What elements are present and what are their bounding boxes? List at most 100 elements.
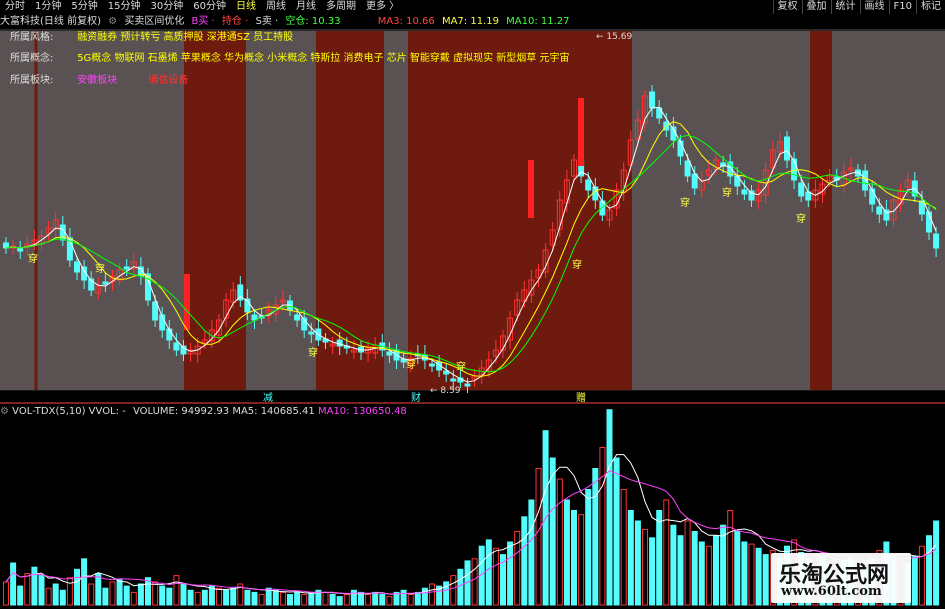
vol-ma10: MA10: 130650.48	[317, 406, 407, 417]
toolbar-button-4[interactable]: F10	[888, 0, 916, 14]
volume-bar	[88, 583, 95, 606]
period-tab-1[interactable]: 1分钟	[30, 0, 66, 14]
volume-bar	[10, 562, 17, 606]
volume-bar	[691, 531, 698, 606]
right-toolbar: 复权 叠加 统计 画线 F10 标记	[772, 0, 945, 14]
candle-body	[180, 345, 187, 355]
period-tab-8[interactable]: 月线	[291, 0, 321, 14]
candle-body	[691, 173, 698, 189]
candle-body	[173, 342, 180, 351]
volume-bar	[450, 575, 457, 606]
candle-body	[17, 248, 24, 252]
big-candle-2	[578, 98, 584, 166]
volume-bar	[358, 591, 364, 606]
toolbar-button-2[interactable]: 统计	[830, 0, 860, 14]
region-5	[316, 31, 384, 390]
toolbar-button-3[interactable]: 画线	[859, 0, 889, 14]
toolbar-button-5[interactable]: 标记	[916, 0, 945, 14]
volume-bar	[457, 568, 464, 606]
period-tab-5[interactable]: 60分钟	[188, 0, 231, 14]
volume-bar	[634, 520, 641, 606]
region-0	[0, 31, 4, 390]
volume-bar	[66, 577, 73, 606]
candle-body	[876, 206, 883, 215]
volume-bar	[350, 589, 357, 606]
volume-bar	[911, 556, 918, 606]
volume-bar	[713, 535, 719, 606]
period-tab-10[interactable]: 更多 〉	[361, 0, 404, 14]
volume-legend: ⚙ VOL-TDX(5,10) VVOL: - VOLUME: 94992.93…	[0, 405, 407, 419]
volume-bar	[471, 558, 478, 606]
volume-bar	[3, 581, 9, 606]
volume-bar	[187, 589, 194, 606]
vol-title: VOL-TDX(5,10) VVOL: -	[12, 406, 126, 417]
candle-body	[748, 190, 755, 201]
period-tab-0[interactable]: 分时	[0, 0, 30, 14]
volume-bar	[720, 524, 727, 606]
volume-bar	[563, 499, 570, 606]
volume-bar	[485, 539, 492, 606]
volume-bar	[933, 520, 940, 606]
volume-bar	[727, 510, 734, 606]
period-tab-2[interactable]: 5分钟	[66, 0, 102, 14]
volume-bar	[670, 524, 677, 606]
price-legend: 大富科技(日线 前复权) ⚙ 买卖区间优化 B买 · 持仓 · S卖 · 空仓:…	[0, 15, 945, 29]
period-tab-9[interactable]: 多周期	[321, 0, 361, 14]
settings-icon[interactable]: ⚙	[108, 16, 117, 27]
indicator-name[interactable]: 买卖区间优化	[124, 16, 184, 27]
period-tab-6[interactable]: 日线	[231, 0, 261, 14]
candle-body	[102, 281, 109, 285]
volume-bar	[336, 596, 343, 606]
volume-bar	[407, 594, 414, 606]
chuan-marker-7: 穿	[722, 186, 732, 199]
candle-body	[152, 301, 159, 321]
volume-bar	[201, 589, 208, 606]
vol-settings-icon[interactable]: ⚙	[0, 406, 9, 417]
volume-bar	[606, 409, 613, 606]
chuan-marker-1: 穿	[95, 262, 105, 275]
ma3-label: MA3: 10.66	[377, 16, 435, 27]
volume-bar	[507, 541, 514, 606]
volume-bar	[578, 514, 585, 606]
chuan-marker-3: 穿	[406, 358, 416, 371]
period-tab-4[interactable]: 30分钟	[145, 0, 188, 14]
period-tab-7[interactable]: 周线	[261, 0, 291, 14]
ma7-label: MA7: 11.19	[441, 16, 499, 27]
watermark: 乐淘公式网 www.60lt.com	[771, 553, 911, 603]
candle-body	[464, 383, 471, 387]
volume-bar	[429, 583, 435, 606]
volume-bar	[365, 594, 372, 606]
volume-bar	[684, 520, 691, 606]
sector-label: 所属板块:	[10, 75, 54, 86]
volume-bar	[698, 541, 705, 606]
toolbar-button-0[interactable]: 复权	[772, 0, 802, 14]
volume-bar	[571, 510, 577, 606]
kline-chart[interactable]: ← 15.69← 8.59穿穿穿穿 穿穿穿穿穿减财赠	[0, 0, 945, 609]
volume-bar	[734, 531, 741, 606]
volume-bar	[102, 587, 109, 606]
volume-bar	[301, 594, 308, 606]
volume-bar	[329, 594, 336, 606]
toolbar-button-1[interactable]: 叠加	[801, 0, 831, 14]
candle-body	[798, 182, 805, 197]
region-3	[184, 31, 246, 390]
volume-bar	[620, 489, 627, 606]
volume-bar	[137, 583, 144, 606]
volume-bar	[145, 577, 151, 606]
volume-bar	[528, 499, 535, 606]
volume-bar	[592, 468, 599, 606]
hold-label: 持仓 ·	[221, 16, 249, 27]
volume-bar	[265, 587, 272, 606]
volume-bar	[116, 579, 123, 606]
style-value: 融资融券 预计转亏 高质押股 深港通SZ 员工持股	[77, 32, 294, 43]
candle-body	[386, 351, 393, 356]
volume-bar	[642, 528, 648, 606]
candle-body	[677, 140, 684, 157]
chuan-marker-4: 穿	[456, 360, 466, 373]
period-tab-3[interactable]: 15分钟	[103, 0, 146, 14]
volume-bar	[755, 547, 762, 606]
date-mark-2: 赠	[576, 391, 586, 404]
candle-body	[585, 179, 592, 191]
volume-bar	[585, 489, 592, 606]
info-concept: 所属概念: 5G概念 物联网 石墨烯 苹果概念 华为概念 小米概念 特斯拉 消费…	[10, 53, 569, 65]
